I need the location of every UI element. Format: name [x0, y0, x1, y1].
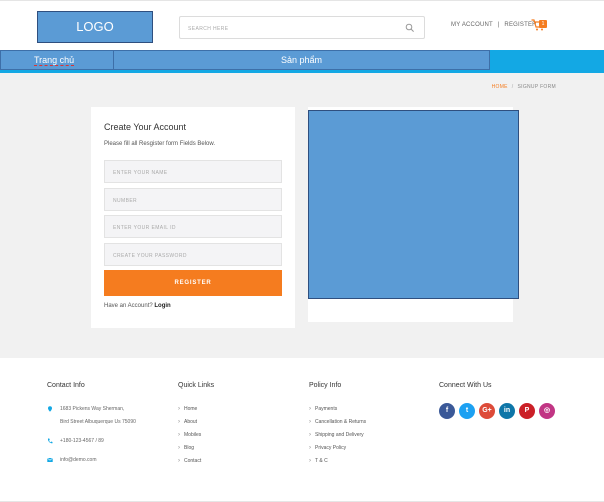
search-input[interactable] — [180, 18, 380, 40]
quick-links-title: Quick Links — [178, 382, 215, 389]
quick-link-about[interactable]: › About — [178, 416, 214, 429]
login-link[interactable]: Login — [154, 303, 170, 309]
phone-icon — [47, 438, 53, 444]
footer-quick-links: Quick Links › Home › About › Mobiles › Blog … — [178, 382, 214, 468]
address-line-2: Bird Street Albuquerque Us 75090 — [60, 419, 136, 425]
main-content: HOME / SIGNUP FORM Create Your Account Ple… — [0, 73, 604, 358]
social-links: f t G+ in P ◎ — [439, 403, 555, 419]
policy-title: Policy Info — [309, 382, 342, 389]
policy-link-payments[interactable]: › Payments — [309, 403, 366, 416]
chevron-right-icon: › — [309, 445, 311, 451]
name-field — [104, 160, 282, 184]
password-field — [104, 243, 282, 267]
number-input[interactable] — [105, 190, 281, 212]
contact-email: info@demo.com — [47, 454, 136, 467]
chevron-right-icon: › — [178, 432, 180, 438]
chevron-right-icon: › — [178, 406, 180, 412]
account-links: MY ACCOUNT | REGISTER — [451, 22, 537, 28]
contact-address: 1683 Pickens Way Sherman, Bird Street Al… — [47, 403, 136, 429]
have-account-text: Have an Account? Login — [104, 303, 171, 309]
form-title: Create Your Account — [104, 122, 187, 132]
policy-link-shipping[interactable]: › Shipping and Delivery — [309, 429, 366, 442]
chevron-right-icon: › — [309, 419, 311, 425]
footer-contact: Contact Info 1683 Pickens Way Sherman, B… — [47, 382, 136, 467]
nav-item-products[interactable]: Sản phẩm — [113, 50, 490, 70]
contact-phone: +180-123-4567 / 89 — [47, 435, 136, 448]
search-icon[interactable] — [405, 23, 415, 33]
site-header: LOGO MY ACCOUNT | REGISTER 1 — [0, 0, 604, 50]
policy-link-tc[interactable]: › T & C — [309, 455, 366, 468]
number-field — [104, 188, 282, 212]
breadcrumb-separator: / — [511, 84, 514, 90]
form-subtitle: Please fill all Resgister form Fields Be… — [104, 141, 216, 147]
connect-title: Connect With Us — [439, 382, 492, 389]
chevron-right-icon: › — [309, 432, 311, 438]
quick-link-mobiles[interactable]: › Mobiles — [178, 429, 214, 442]
email-field — [104, 215, 282, 239]
breadcrumb-home[interactable]: HOME — [492, 84, 508, 90]
my-account-link[interactable]: MY ACCOUNT — [451, 22, 493, 28]
instagram-icon[interactable]: ◎ — [539, 403, 555, 419]
main-nav: Trang chủ Sản phẩm — [0, 50, 604, 73]
name-input[interactable] — [105, 162, 281, 184]
chevron-right-icon: › — [178, 458, 180, 464]
quick-link-contact[interactable]: › Contact — [178, 455, 214, 468]
breadcrumb-current: SIGNUP FORM — [517, 84, 556, 90]
contact-title: Contact Info — [47, 382, 85, 389]
quick-link-blog[interactable]: › Blog — [178, 442, 214, 455]
policy-link-privacy[interactable]: › Privacy Policy — [309, 442, 366, 455]
signup-form-card: Create Your Account Please fill all Resg… — [91, 107, 295, 328]
register-button[interactable]: REGISTER — [104, 270, 282, 296]
footer-policy: Policy Info › Payments › Cancellation & Re… — [309, 382, 366, 468]
nav-item-home[interactable]: Trang chủ — [0, 50, 114, 70]
password-input[interactable] — [105, 245, 281, 267]
site-footer: Contact Info 1683 Pickens Way Sherman, B… — [0, 358, 604, 502]
cart-count-badge: 1 — [539, 20, 547, 28]
nav-item-home-label: Trang chủ — [34, 55, 75, 66]
image-placeholder — [308, 110, 519, 299]
quick-link-home[interactable]: › Home — [178, 403, 214, 416]
chevron-right-icon: › — [178, 419, 180, 425]
location-icon — [48, 406, 52, 412]
email-input[interactable] — [105, 217, 281, 239]
search-box — [179, 16, 425, 40]
chevron-right-icon: › — [309, 458, 311, 464]
facebook-icon[interactable]: f — [439, 403, 455, 419]
linkedin-icon[interactable]: in — [499, 403, 515, 419]
google-plus-icon[interactable]: G+ — [479, 403, 495, 419]
policy-link-cancellation[interactable]: › Cancellation & Returns — [309, 416, 366, 429]
address-line-1: 1683 Pickens Way Sherman, — [60, 406, 125, 412]
breadcrumb: HOME / SIGNUP FORM — [492, 84, 556, 90]
chevron-right-icon: › — [178, 445, 180, 451]
chevron-right-icon: › — [309, 406, 311, 412]
pinterest-icon[interactable]: P — [519, 403, 535, 419]
have-account-label: Have an Account? — [104, 303, 153, 309]
account-separator: | — [497, 22, 500, 28]
mail-icon — [47, 457, 53, 462]
twitter-icon[interactable]: t — [459, 403, 475, 419]
footer-connect: Connect With Us f t G+ in P ◎ — [439, 382, 555, 419]
logo[interactable]: LOGO — [37, 11, 153, 43]
